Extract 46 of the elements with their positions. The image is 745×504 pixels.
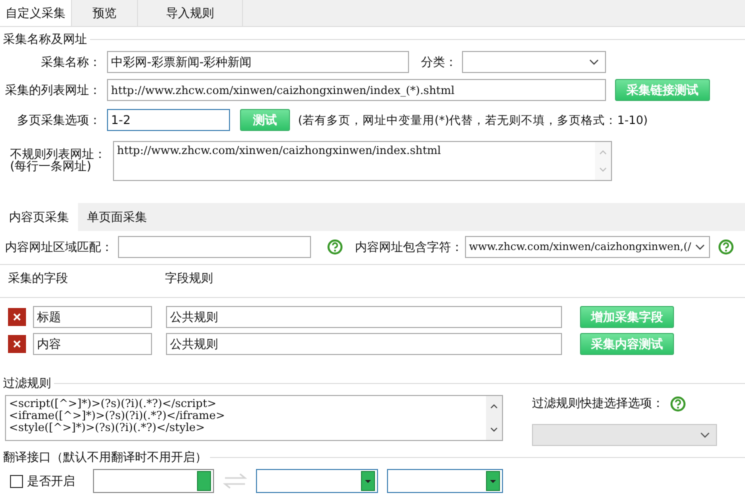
field-label: 采集的列表网址： bbox=[4, 82, 102, 98]
help-icon[interactable] bbox=[670, 396, 686, 412]
list-url-field[interactable]: http://www.zhcw.com/xinwen/caizhongxinwen/index_(*).shtml bbox=[107, 79, 606, 101]
region-match-field[interactable] bbox=[118, 236, 311, 258]
field-name-input[interactable]: 内容 bbox=[33, 333, 152, 355]
field-label: 采集名称： bbox=[40, 54, 102, 70]
field-label: 内容网址区域匹配： bbox=[4, 238, 114, 256]
field-hint: (每行一条网址) bbox=[9, 160, 92, 172]
target-language-dropdown[interactable] bbox=[387, 469, 503, 493]
column-header: 采集的字段 bbox=[8, 270, 69, 286]
help-icon[interactable] bbox=[327, 239, 343, 255]
url-contains-dropdown[interactable]: www.zhcw.com/xinwen/caizhongxinwen,(/ bbox=[465, 236, 710, 258]
chevron-down-icon bbox=[700, 432, 710, 438]
field-label: 过滤规则快捷选择选项： bbox=[532, 395, 664, 412]
enable-checkbox[interactable]: 是否开启 bbox=[10, 472, 93, 490]
field-rule-input[interactable]: 公共规则 bbox=[166, 333, 562, 355]
field-label: 不规则列表网址： bbox=[9, 148, 107, 160]
scrollbar[interactable] bbox=[486, 396, 502, 440]
field-label: 多页采集选项： bbox=[16, 112, 102, 128]
delete-button[interactable] bbox=[8, 308, 26, 326]
swap-arrows-icon bbox=[223, 473, 247, 489]
hint-text: (若有多页，网址中变量用(*)代替，若无则不填，多页格式：1-10) bbox=[298, 112, 648, 128]
field-label: 分类： bbox=[421, 54, 458, 70]
pages-field[interactable]: 1-2 bbox=[107, 109, 230, 131]
column-header: 字段规则 bbox=[165, 270, 213, 286]
translate-api-dropdown[interactable] bbox=[93, 469, 214, 493]
field-name-input[interactable]: 标题 bbox=[33, 306, 152, 328]
tab[interactable]: 单页面采集 bbox=[78, 206, 156, 229]
scroll-down-icon[interactable] bbox=[490, 427, 498, 432]
section-title: 过滤规则 bbox=[2, 374, 52, 392]
tab[interactable]: 自定义采集 bbox=[0, 0, 72, 26]
cross-icon bbox=[13, 340, 21, 348]
cross-icon bbox=[13, 313, 21, 321]
section-title: 翻译接口（默认不用翻译时不用开启） bbox=[2, 448, 208, 466]
chevron-down-icon bbox=[695, 244, 706, 250]
help-icon[interactable] bbox=[718, 239, 734, 255]
category-dropdown[interactable] bbox=[462, 51, 606, 73]
field-label: 内容网址包含字符： bbox=[355, 238, 464, 256]
chevron-down-icon bbox=[589, 59, 599, 65]
tab[interactable]: 内容页采集 bbox=[0, 203, 78, 231]
name-field[interactable]: 中彩网-彩票新闻-彩种新闻 bbox=[107, 51, 409, 73]
field-rule-input[interactable]: 公共规则 bbox=[166, 306, 562, 328]
source-language-dropdown[interactable] bbox=[256, 469, 378, 493]
delete-button[interactable] bbox=[8, 335, 26, 353]
scroll-up-icon[interactable] bbox=[490, 404, 498, 409]
section-title: 采集名称及网址 bbox=[2, 30, 88, 48]
